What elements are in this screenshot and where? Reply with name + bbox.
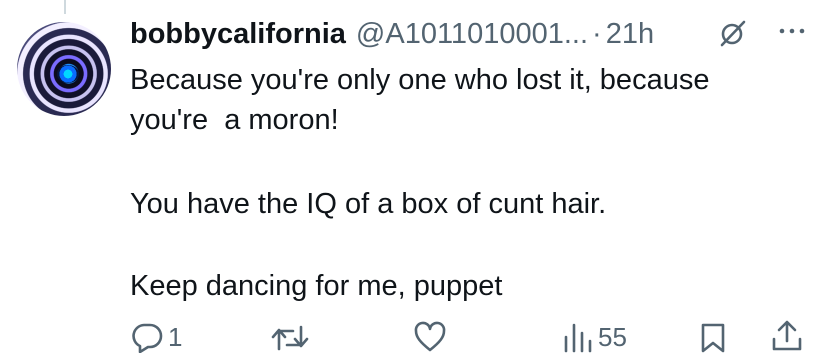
bookmark-button[interactable]	[698, 321, 728, 353]
views-icon	[564, 323, 592, 353]
separator-dot: ·	[592, 17, 602, 50]
reply-icon	[132, 323, 163, 353]
tweet-text-line: you're a moron!	[130, 104, 339, 136]
like-button[interactable]	[413, 321, 447, 353]
user-handle[interactable]: @A1011010001...	[356, 18, 588, 51]
more-icon[interactable]	[777, 24, 807, 38]
display-name[interactable]: bobbycalifornia	[130, 18, 346, 51]
like-icon	[414, 321, 446, 352]
timestamp[interactable]: 21h	[606, 18, 654, 51]
grok-icon[interactable]	[718, 18, 748, 48]
thread-connector-line	[64, 0, 66, 14]
tweet-text-line: Because you're only one who lost it, bec…	[130, 64, 710, 96]
avatar[interactable]	[17, 22, 111, 116]
reply-count: 1	[168, 321, 183, 352]
bookmark-icon	[701, 323, 725, 353]
tweet-header: bobbycalifornia @A1011010001... · 21h	[130, 16, 654, 52]
share-button[interactable]	[770, 319, 804, 353]
share-icon	[772, 320, 802, 351]
retweet-button[interactable]	[270, 323, 310, 353]
views-button[interactable]: 55	[560, 321, 627, 353]
views-count: 55	[598, 321, 627, 352]
reply-button[interactable]: 1	[130, 321, 182, 353]
retweet-icon	[271, 325, 309, 351]
tweet-text-line: You have the IQ of a box of cunt hair.	[130, 188, 607, 220]
tweet-action-bar: 1 55	[0, 315, 828, 359]
tweet-text-line: Keep dancing for me, puppet	[130, 270, 503, 302]
